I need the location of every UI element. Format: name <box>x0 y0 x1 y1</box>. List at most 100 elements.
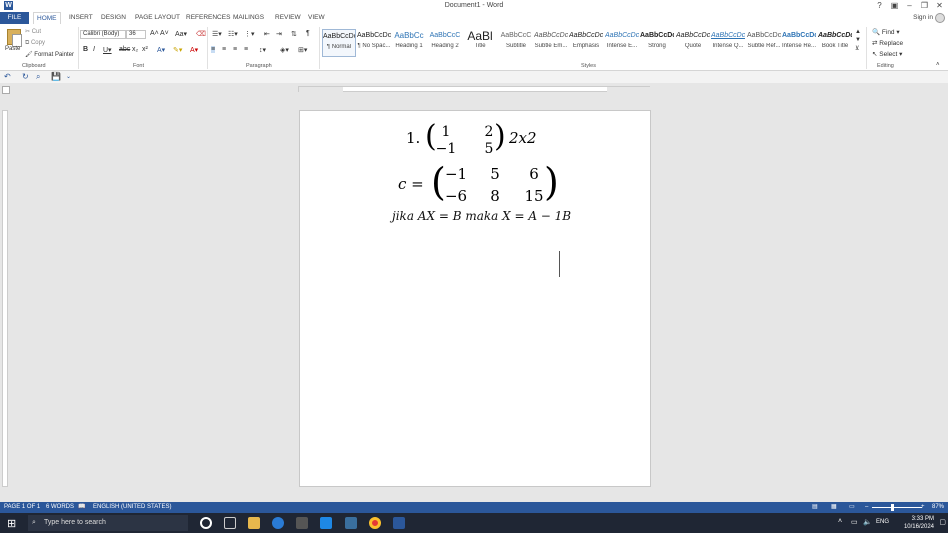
multilevel-list-icon[interactable]: ⋮▾ <box>244 30 255 38</box>
style-strong[interactable]: AaBbCcDc Strong <box>640 29 674 57</box>
print-preview-icon[interactable]: ⌕ <box>36 72 40 82</box>
close-button[interactable]: ✕ <box>935 1 944 10</box>
volume-icon[interactable]: 🔈 <box>863 518 872 526</box>
equation-2[interactable]: c = ( −1 5 6 −6 8 15 ) <box>398 160 559 205</box>
strikethrough-button[interactable]: abc <box>119 46 130 53</box>
decrease-indent-icon[interactable]: ⇤ <box>264 30 270 38</box>
chrome-icon[interactable] <box>369 517 381 529</box>
style-title[interactable]: AaBl Title <box>463 29 497 57</box>
replace-button[interactable]: ⇄ Replace <box>872 39 903 47</box>
redo-icon[interactable]: ↻ <box>22 72 29 81</box>
file-explorer-icon[interactable] <box>248 517 260 529</box>
style-heading-2[interactable]: AaBbCcC Heading 2 <box>428 29 462 57</box>
align-right-button[interactable]: ≡ <box>233 46 237 53</box>
store-icon[interactable] <box>296 517 308 529</box>
read-mode-icon[interactable]: ▤ <box>812 502 818 513</box>
zoom-in-button[interactable]: + <box>921 502 925 513</box>
paste-button[interactable]: Paste <box>5 46 20 52</box>
cortana-icon[interactable] <box>200 517 212 529</box>
language-indicator[interactable]: ENGLISH (UNITED STATES) <box>93 502 171 513</box>
numbering-icon[interactable]: ☷▾ <box>228 30 238 38</box>
clear-formatting-icon[interactable]: ⌫ <box>196 30 206 38</box>
proofing-icon[interactable]: 📖 <box>78 502 85 513</box>
line-spacing-icon[interactable]: ↕▾ <box>259 46 266 54</box>
print-layout-icon[interactable]: ▦ <box>831 502 837 513</box>
justify-button[interactable]: ≡ <box>244 46 248 53</box>
paste-icon[interactable] <box>7 29 22 47</box>
tab-home[interactable]: HOME <box>33 12 61 24</box>
styles-scroll-down-icon[interactable]: ▼ <box>855 37 861 43</box>
style-subtle-reference[interactable]: AaBbCcDc Subtle Ref... <box>747 29 781 57</box>
undo-icon[interactable]: ↶ <box>4 72 11 81</box>
style-emphasis[interactable]: AaBbCcDc Emphasis <box>569 29 603 57</box>
ribbon-display-icon[interactable]: ▣ <box>890 1 899 10</box>
word-count[interactable]: 6 WORDS <box>46 502 74 513</box>
subscript-button[interactable]: x₂ <box>132 46 138 53</box>
sign-in-link[interactable]: Sign in <box>913 14 933 21</box>
equation-1[interactable]: 1. ( 1 2 −1 5 ) 2x2 <box>406 119 546 157</box>
format-painter-button[interactable]: 🖌 Format Painter <box>25 51 74 58</box>
font-size-select[interactable]: 36 <box>126 30 146 39</box>
bullets-icon[interactable]: ☰▾ <box>212 30 222 38</box>
underline-button[interactable]: U▾ <box>103 46 112 54</box>
styles-more-icon[interactable]: ⊻ <box>855 45 859 52</box>
find-button[interactable]: 🔍 Find ▾ <box>872 28 900 36</box>
zoom-slider[interactable] <box>872 507 922 508</box>
zoom-level[interactable]: 87% <box>932 502 944 513</box>
web-layout-icon[interactable]: ▭ <box>849 502 855 513</box>
show-marks-icon[interactable]: ¶ <box>306 30 310 37</box>
bold-button[interactable]: B <box>83 46 88 53</box>
tab-insert[interactable]: INSERT <box>66 12 96 24</box>
zoom-slider-thumb[interactable] <box>891 504 894 511</box>
text-effects-icon[interactable]: A▾ <box>157 46 165 54</box>
tab-file[interactable]: FILE <box>0 12 29 24</box>
style-intense-quote[interactable]: AaBbCcDc Intense Q... <box>711 29 745 57</box>
select-button[interactable]: ↖ Select ▾ <box>872 50 902 58</box>
clock[interactable]: 3:33 PM 10/16/2024 <box>904 515 934 531</box>
tab-mailings[interactable]: MAILINGS <box>230 12 267 24</box>
shading-icon[interactable]: ◈▾ <box>280 46 289 54</box>
italic-button[interactable]: I <box>93 46 95 53</box>
minimize-button[interactable]: – <box>905 1 914 10</box>
font-color-icon[interactable]: A▾ <box>190 46 198 54</box>
increase-indent-icon[interactable]: ⇥ <box>276 30 282 38</box>
mail-icon[interactable] <box>320 517 332 529</box>
save-icon[interactable]: 💾 <box>51 72 61 81</box>
style-subtitle[interactable]: AaBbCcC Subtitle <box>499 29 533 57</box>
tab-review[interactable]: REVIEW <box>272 12 304 24</box>
windows-start-icon[interactable]: ⊞ <box>7 517 16 530</box>
style-normal[interactable]: AaBbCcDc ¶ Normal <box>322 29 356 57</box>
style-intense-reference[interactable]: AaBbCcDc Intense Re... <box>782 29 816 57</box>
cut-button[interactable]: ✂ Cut <box>25 28 41 35</box>
taskbar-search[interactable]: ⌕ Type here to search <box>28 515 188 531</box>
sort-icon[interactable]: ⇅ <box>291 30 297 38</box>
page-count[interactable]: PAGE 1 OF 1 <box>4 502 40 513</box>
highlight-icon[interactable]: ✎▾ <box>173 46 182 54</box>
tab-references[interactable]: REFERENCES <box>183 12 233 24</box>
shrink-font-icon[interactable]: A˅ <box>160 30 169 37</box>
task-view-icon[interactable] <box>224 517 236 529</box>
zoom-out-button[interactable]: – <box>865 502 868 513</box>
superscript-button[interactable]: x² <box>142 46 148 53</box>
horizontal-ruler[interactable] <box>298 86 651 93</box>
document-page[interactable]: 1. ( 1 2 −1 5 ) 2x2 c = ( −1 5 6 −6 8 15… <box>299 110 651 487</box>
styles-scroll-up-icon[interactable]: ▲ <box>855 29 861 35</box>
word-taskbar-icon[interactable] <box>393 517 405 529</box>
borders-icon[interactable]: ⊞▾ <box>298 46 307 54</box>
help-icon[interactable]: ? <box>875 1 884 10</box>
grow-font-icon[interactable]: A˄ <box>150 30 159 37</box>
copy-button[interactable]: ⧉ Copy <box>25 40 45 47</box>
tab-selector[interactable] <box>2 86 10 94</box>
align-center-button[interactable]: ≡ <box>222 46 226 53</box>
tab-design[interactable]: DESIGN <box>98 12 129 24</box>
collapse-ribbon-icon[interactable]: ˄ <box>936 62 940 68</box>
style-quote[interactable]: AaBbCcDc Quote <box>676 29 710 57</box>
app-icon[interactable] <box>345 517 357 529</box>
customize-qat-icon[interactable]: ⌄ <box>66 73 71 80</box>
tray-chevron-icon[interactable]: ˄ <box>838 518 842 525</box>
font-name-select[interactable]: Calibri (Body) <box>80 30 126 39</box>
notifications-icon[interactable]: ▢ <box>939 518 946 526</box>
tab-view[interactable]: VIEW <box>305 12 328 24</box>
language-tray[interactable]: ENG <box>876 519 889 525</box>
style-no-spacing[interactable]: AaBbCcDc ¶ No Spac... <box>357 29 391 57</box>
